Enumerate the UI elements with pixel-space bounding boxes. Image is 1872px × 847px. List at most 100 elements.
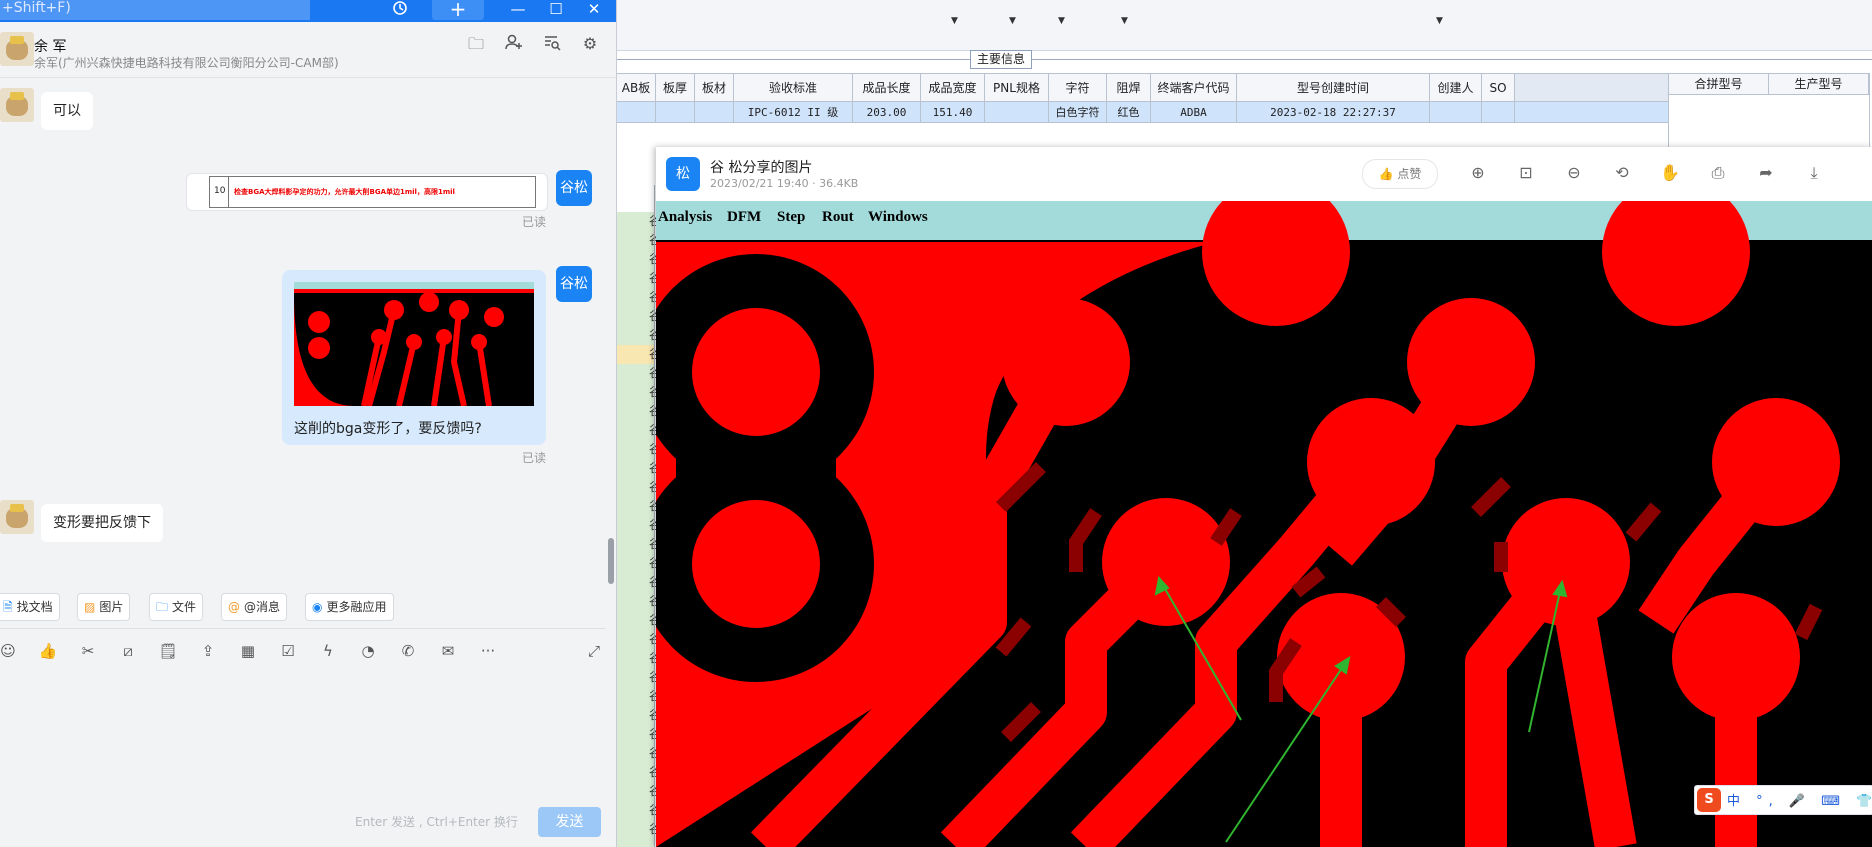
column-header[interactable]: 生产型号 (1769, 74, 1869, 94)
search-history-icon[interactable] (541, 33, 563, 55)
cam-menu-rout[interactable]: Rout (822, 209, 854, 225)
read-status: 已读 (522, 215, 547, 229)
find-doc-button[interactable]: 🗎 找文档 (0, 593, 60, 621)
minimize-icon[interactable]: — (506, 0, 530, 20)
cam-menu-dfm[interactable]: DFM (727, 209, 761, 225)
share-icon[interactable]: ➦ (1754, 161, 1778, 185)
like-button[interactable]: 👍 点赞 (1362, 159, 1438, 189)
note-add-icon[interactable]: 🗒 (157, 640, 179, 662)
scissors-icon[interactable]: ✂ (77, 640, 99, 662)
avatar[interactable] (0, 32, 34, 66)
folder-icon: 🗀 (156, 600, 169, 614)
file-button[interactable]: 🗀 文件 (149, 593, 204, 621)
mention-button[interactable]: @ @消息 (221, 593, 288, 621)
column-header[interactable]: 终端客户代码 (1150, 73, 1237, 102)
column-header[interactable]: PNL规格 (984, 73, 1049, 102)
maximize-icon[interactable]: ☐ (544, 0, 568, 20)
folder-icon[interactable]: 🗀 (465, 33, 487, 55)
history-icon[interactable] (388, 0, 412, 20)
rotate-icon[interactable]: ⟲ (1610, 161, 1634, 185)
column-header[interactable]: 成品长度 (852, 73, 921, 102)
phone-icon[interactable]: ✆ (397, 640, 419, 662)
table-cell: ADBA (1150, 101, 1237, 123)
column-header[interactable]: 合拼型号 (1669, 74, 1769, 94)
my-avatar[interactable]: 谷松 (556, 170, 592, 206)
expand-icon[interactable]: ⤢ (583, 640, 605, 662)
add-user-icon[interactable] (503, 33, 525, 55)
message-image[interactable]: 10 检查BGA大焊料影孕定的功力，允许最大削BGA单边1mil，高限1mil (186, 173, 548, 211)
table-cell (655, 101, 695, 123)
message-text: 这削的bga变形了，要反馈吗? (294, 421, 482, 437)
dropdown-arrow-icon[interactable]: ▼ (1058, 16, 1065, 26)
contact-name[interactable]: 余 军 (34, 36, 66, 56)
table-cell: 谷 (649, 499, 662, 513)
column-header[interactable]: 板厚 (655, 73, 695, 102)
slash-command-icon[interactable]: ⧄ (117, 640, 139, 662)
sender-avatar[interactable]: 松 (666, 157, 700, 191)
column-header[interactable]: 型号创建时间 (1236, 73, 1430, 102)
column-header[interactable]: AB板 (616, 73, 656, 102)
cam-menu-windows[interactable]: Windows (868, 209, 928, 225)
message-image-thumbnail[interactable] (294, 282, 534, 406)
image-icon: ▨ (84, 600, 96, 614)
table-cell: 谷 (649, 385, 662, 399)
column-header[interactable]: 验收标准 (733, 73, 853, 102)
calendar-icon[interactable]: ▦ (237, 640, 259, 662)
column-header[interactable]: 板材 (694, 73, 734, 102)
message-bubble[interactable]: 变形要把反馈下 (41, 504, 163, 542)
add-button[interactable]: + (432, 0, 484, 20)
column-header[interactable]: SO (1481, 73, 1515, 102)
table-cell: 谷 (649, 290, 662, 304)
more-icon[interactable]: ··· (477, 640, 499, 662)
my-avatar[interactable]: 谷松 (556, 266, 592, 302)
cam-menu-analysis[interactable]: Analysis (658, 209, 712, 225)
task-check-icon[interactable]: ☑ (277, 640, 299, 662)
table-cell: 谷 (649, 765, 662, 779)
avatar[interactable] (0, 500, 34, 534)
dropdown-arrow-icon[interactable]: ▼ (1121, 16, 1128, 26)
table-row[interactable]: IPC-6012 II 级 203.00 151.40 白色字符 红色 ADBA… (616, 101, 1671, 123)
ime-status[interactable]: 中 °, 🎤 ⌨ 👕 ⊞ (1727, 790, 1872, 809)
column-header[interactable]: 创建人 (1429, 73, 1482, 102)
upload-icon[interactable]: ⇪ (197, 640, 219, 662)
table-cell: 谷 (649, 632, 662, 646)
sogou-logo-icon[interactable]: S (1697, 788, 1721, 812)
dropdown-arrow-icon[interactable]: ▼ (951, 16, 958, 26)
table-cell: 谷 (649, 480, 662, 494)
screen-share-icon[interactable]: ◔ (357, 640, 379, 662)
hand-icon[interactable]: ✋ (1658, 161, 1682, 185)
message-bubble[interactable]: 这削的bga变形了，要反馈吗? (282, 270, 546, 445)
column-header[interactable]: 成品宽度 (920, 73, 985, 102)
avatar[interactable] (0, 88, 34, 122)
table-cell: 谷 (649, 613, 662, 627)
column-header[interactable]: 字符 (1048, 73, 1107, 102)
image-button[interactable]: ▨ 图片 (77, 593, 131, 621)
document-icon: 🗎 (3, 600, 13, 614)
download-icon[interactable]: ⤓ (1802, 161, 1826, 185)
table-cell: 谷 (649, 803, 662, 817)
send-button[interactable]: 发送 (538, 807, 601, 837)
mail-icon[interactable]: ✉ (437, 640, 459, 662)
column-header[interactable]: 阻焊 (1106, 73, 1151, 102)
print-icon[interactable]: ⎙ (1706, 161, 1730, 185)
zoom-in-icon[interactable]: ⊕ (1466, 161, 1490, 185)
search-input[interactable]: +Shift+F) (0, 0, 310, 20)
gear-icon[interactable]: ⚙ (579, 33, 601, 55)
close-icon[interactable]: ✕ (582, 0, 606, 20)
viewer-meta: 2023/02/21 19:40 · 36.4KB (710, 177, 859, 190)
dropdown-arrow-icon[interactable]: ▼ (1009, 16, 1016, 26)
thumbs-up-icon[interactable]: 👍 (37, 640, 59, 662)
message-bubble[interactable]: 可以 (41, 92, 93, 130)
dropdown-arrow-icon[interactable]: ▼ (1436, 16, 1443, 26)
zoom-out-icon[interactable]: ⊖ (1562, 161, 1586, 185)
lightning-icon[interactable]: ϟ (317, 640, 339, 662)
viewer-image[interactable]: Analysis DFM Step Rout Windows (656, 201, 1872, 847)
emoji-icon[interactable]: ☺ (0, 640, 19, 662)
cam-menu-step[interactable]: Step (777, 209, 805, 225)
message-input[interactable]: Enter 发送 , Ctrl+Enter 换行 (355, 813, 518, 830)
more-apps-button[interactable]: ◉ 更多融应用 (305, 593, 394, 621)
ime-toolbar[interactable]: S 中 °, 🎤 ⌨ 👕 ⊞ (1694, 785, 1872, 815)
actual-size-icon[interactable]: ⊡ (1514, 161, 1538, 185)
table-cell: 谷 (649, 670, 662, 684)
scrollbar[interactable] (608, 538, 614, 584)
